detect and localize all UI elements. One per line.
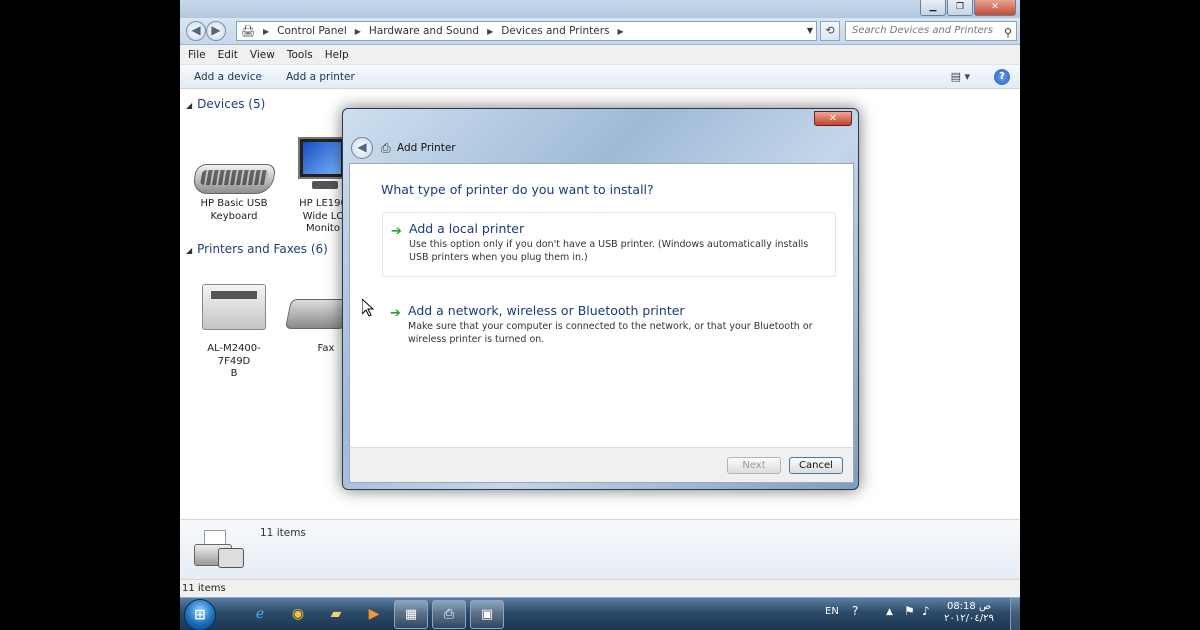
- forward-button[interactable]: ▶: [206, 21, 226, 41]
- breadcrumb-control-panel[interactable]: Control Panel: [277, 25, 347, 37]
- details-item-count: 11 items: [260, 527, 306, 539]
- window-controls: ▁ ❐ ✕: [920, 0, 1016, 16]
- menu-tools[interactable]: Tools: [283, 49, 321, 61]
- language-indicator[interactable]: EN: [825, 606, 839, 617]
- menu-edit[interactable]: Edit: [214, 49, 246, 61]
- chrome-icon[interactable]: ◉: [286, 602, 310, 626]
- folder-icon[interactable]: ▰: [324, 602, 348, 626]
- change-view-icon[interactable]: ▤ ▾: [951, 70, 970, 83]
- show-desktop-button[interactable]: [1010, 598, 1020, 630]
- chevron-right-icon: ▶: [487, 26, 494, 36]
- dialog-question: What type of printer do you want to inst…: [381, 182, 654, 197]
- printer-icon[interactable]: [202, 284, 266, 330]
- devices-and-printers-icon: [194, 528, 246, 572]
- add-local-printer-option[interactable]: ➔ Add a local printer Use this option on…: [382, 212, 836, 277]
- clock-time: 08:18 ص: [946, 601, 992, 612]
- show-hidden-icons[interactable]: ▲: [886, 607, 893, 617]
- add-printer-dialog: ✕ ◀ ⎙ Add Printer What type of printer d…: [342, 108, 859, 490]
- address-bar[interactable]: 🖨 ▶ Control Panel ▶ Hardware and Sound ▶…: [236, 21, 817, 41]
- menu-file[interactable]: File: [184, 49, 214, 61]
- maximize-button[interactable]: ❐: [947, 0, 973, 16]
- chevron-right-icon: ▶: [262, 26, 270, 36]
- dialog-title: Add Printer: [397, 142, 456, 154]
- monitor-stand: [312, 181, 338, 189]
- minimize-button[interactable]: ▁: [920, 0, 946, 16]
- printer-icon: ⎙: [381, 141, 391, 155]
- dialog-back-button[interactable]: ◀: [351, 137, 373, 159]
- dialog-header: ◀ ⎙ Add Printer: [349, 133, 854, 163]
- close-button[interactable]: ✕: [974, 0, 1016, 16]
- monitor-icon[interactable]: [298, 137, 346, 179]
- status-bar: 11 items: [180, 579, 1020, 597]
- address-row: ◀ ▶ 🖨 ▶ Control Panel ▶ Hardware and Sou…: [180, 18, 1020, 45]
- option-title: Add a local printer: [409, 221, 525, 236]
- media-player-icon[interactable]: ▶: [362, 602, 386, 626]
- add-printer-button[interactable]: Add a printer: [286, 71, 355, 83]
- clock-date: ٢٠١٢/٠٤/٢٩: [944, 613, 994, 624]
- menu-bar: File Edit View Tools Help: [180, 45, 1020, 65]
- internet-explorer-icon[interactable]: ℯ: [248, 602, 272, 626]
- command-bar: Add a device Add a printer ▤ ▾ ?: [180, 65, 1020, 89]
- chevron-right-icon: ▶: [354, 26, 361, 36]
- printers-group-header[interactable]: ◢ Printers and Faxes (6): [186, 242, 328, 256]
- mouse-cursor-icon: [362, 299, 374, 317]
- start-button[interactable]: ⊞: [184, 599, 216, 630]
- control-panel-icon: ▦: [404, 607, 418, 622]
- volume-icon[interactable]: ♪: [922, 604, 930, 618]
- menu-view[interactable]: View: [246, 49, 283, 61]
- printer-icon: ⎙: [443, 607, 455, 622]
- keyboard-icon[interactable]: [191, 164, 277, 194]
- search-placeholder: Search Devices and Printers: [852, 25, 993, 36]
- clock[interactable]: 08:18 ص ٢٠١٢/٠٤/٢٩: [940, 601, 998, 625]
- control-panel-icon: 🖨: [241, 24, 255, 38]
- device-keyboard-label[interactable]: HP Basic USB Keyboard: [191, 198, 277, 223]
- dialog-body: What type of printer do you want to inst…: [349, 163, 854, 447]
- cancel-button[interactable]: Cancel: [789, 457, 843, 474]
- devices-group-header[interactable]: ◢ Devices (5): [186, 97, 265, 111]
- taskbar-add-printer[interactable]: ▣: [470, 600, 504, 629]
- breadcrumb-hardware-and-sound[interactable]: Hardware and Sound: [369, 25, 479, 37]
- details-pane: 11 items: [180, 519, 1020, 579]
- collapse-triangle-icon[interactable]: ◢: [186, 101, 192, 110]
- status-item-count: 11 items: [182, 583, 226, 594]
- taskbar-devices-printers[interactable]: ⎙: [432, 600, 466, 629]
- search-icon[interactable]: ⚲: [1004, 24, 1012, 42]
- add-device-button[interactable]: Add a device: [194, 71, 262, 83]
- back-button[interactable]: ◀: [186, 21, 206, 41]
- help-tray-icon[interactable]: ?: [852, 604, 858, 618]
- taskbar: ⊞ ℯ ◉ ▰ ▶ ▦ ⎙ ▣ EN ? ▲ ⚑ ♪ 08:18 ص ٢٠١٢/…: [180, 597, 1020, 630]
- window-titlebar: ▁ ❐ ✕: [180, 0, 1020, 18]
- device-printer-label[interactable]: AL-M2400-7F49D B: [191, 343, 277, 381]
- breadcrumb-devices-and-printers[interactable]: Devices and Printers: [501, 25, 609, 37]
- address-dropdown-icon[interactable]: ▼: [807, 26, 813, 35]
- taskbar-control-panel[interactable]: ▦: [394, 600, 428, 629]
- chevron-right-icon: ▶: [617, 26, 624, 36]
- help-icon[interactable]: ?: [994, 69, 1010, 85]
- refresh-button[interactable]: ⟲: [820, 21, 840, 41]
- add-network-printer-option[interactable]: ➔ Add a network, wireless or Bluetooth p…: [382, 295, 836, 355]
- option-description: Use this option only if you don't have a…: [409, 239, 809, 263]
- action-center-flag-icon[interactable]: ⚑: [904, 604, 915, 618]
- screen-icon: ▣: [480, 607, 494, 622]
- green-arrow-icon: ➔: [390, 306, 401, 321]
- dialog-footer: Next Cancel: [349, 447, 854, 483]
- next-button[interactable]: Next: [727, 457, 781, 474]
- option-title: Add a network, wireless or Bluetooth pri…: [408, 303, 685, 318]
- dialog-close-button[interactable]: ✕: [814, 111, 852, 126]
- collapse-triangle-icon[interactable]: ◢: [186, 246, 192, 255]
- green-arrow-icon: ➔: [391, 224, 402, 239]
- menu-help[interactable]: Help: [321, 49, 357, 61]
- search-input[interactable]: Search Devices and Printers ⚲: [845, 21, 1017, 41]
- option-description: Make sure that your computer is connecte…: [408, 321, 813, 345]
